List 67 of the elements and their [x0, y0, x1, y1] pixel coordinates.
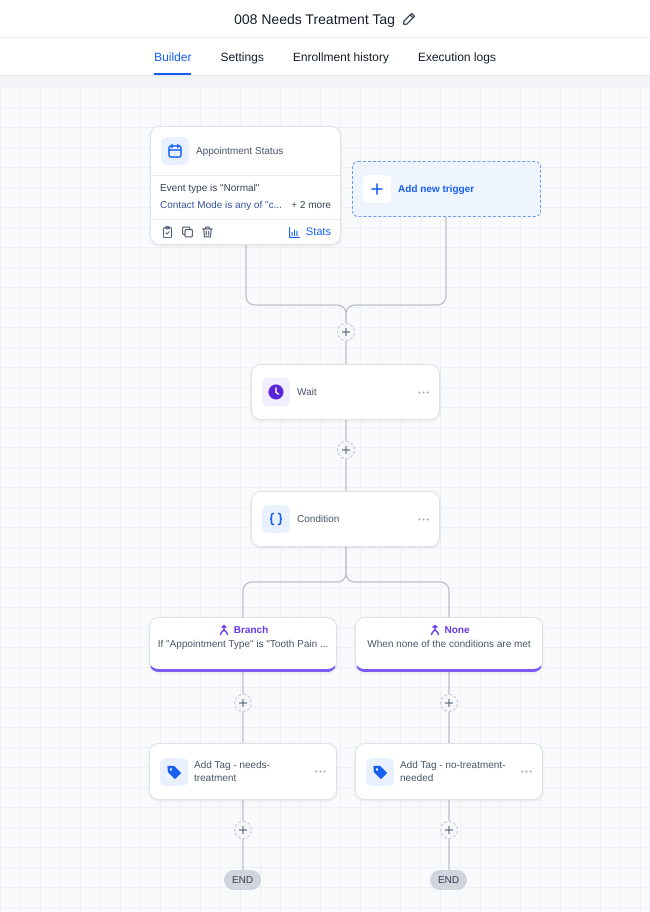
- end-marker: END: [224, 870, 261, 890]
- connector-line: [345, 459, 347, 491]
- plus-icon: [342, 328, 350, 336]
- plus-icon: [363, 175, 391, 203]
- copy-icon[interactable]: [182, 226, 193, 238]
- more-filters-label[interactable]: + 2 more: [291, 200, 331, 211]
- workflow-title: 008 Needs Treatment Tag: [234, 10, 395, 26]
- branch-title: Branch: [234, 624, 268, 636]
- more-icon[interactable]: [418, 390, 429, 394]
- more-icon[interactable]: [315, 770, 326, 773]
- tab[interactable]: Enrollment history: [292, 38, 389, 75]
- calendar-icon: [161, 137, 189, 165]
- tab[interactable]: Settings: [220, 38, 264, 75]
- connector-line: [242, 839, 244, 870]
- branch-condition: When none of the conditions are met: [367, 639, 531, 650]
- trigger-title: Appointment Status: [196, 146, 284, 156]
- connector-line: [448, 839, 450, 870]
- branch-condition: If "Appointment Type" is "Tooth Pain ...: [158, 639, 328, 650]
- filter-text: Contact Mode is any of "c...: [160, 200, 282, 211]
- connector-line: [448, 800, 450, 821]
- more-icon[interactable]: [418, 518, 429, 520]
- connector-line: [242, 800, 244, 821]
- braces-icon: [262, 505, 290, 533]
- clock-icon: [262, 378, 290, 406]
- step-card[interactable]: Wait: [251, 364, 440, 420]
- branch-icon: [218, 624, 230, 636]
- action-card[interactable]: Add Tag - needs-treatment: [149, 743, 337, 800]
- action-title: Add Tag - no-treatment-needed: [400, 758, 506, 784]
- branch-icon: [428, 624, 440, 636]
- trigger-card[interactable]: Appointment Status Event type is "Normal" Contact Mode is any of "c... + 2 more Stats: [150, 126, 341, 245]
- end-marker: END: [430, 870, 467, 890]
- step-card[interactable]: Condition: [251, 491, 440, 547]
- plus-icon: [239, 826, 247, 834]
- step-title: Wait: [297, 386, 318, 398]
- connector-line: [345, 420, 347, 441]
- plus-icon: [239, 699, 247, 707]
- pencil-icon[interactable]: [402, 12, 416, 25]
- connector-line: [345, 341, 347, 364]
- branch-card[interactable]: Branch If "Appointment Type" is "Tooth Pain ...: [149, 617, 337, 672]
- bar-chart-icon: [288, 226, 300, 238]
- branch-card[interactable]: None When none of the conditions are met: [355, 617, 543, 672]
- plus-icon: [445, 826, 453, 834]
- action-title: Add Tag - needs-treatment: [194, 758, 271, 784]
- add-step-button[interactable]: [440, 694, 458, 712]
- stats-button[interactable]: Stats: [288, 226, 331, 238]
- tab[interactable]: Execution logs: [418, 38, 496, 75]
- add-step-button[interactable]: [440, 821, 458, 839]
- tag-icon: [366, 758, 394, 786]
- filter-text: Event type is "Normal": [160, 183, 260, 194]
- tag-icon: [160, 758, 188, 786]
- connector-line: [448, 672, 450, 694]
- add-step-button[interactable]: [234, 821, 252, 839]
- step-title: Condition: [297, 514, 340, 524]
- connector-line: [242, 712, 244, 743]
- trash-icon[interactable]: [202, 226, 213, 238]
- action-card[interactable]: Add Tag - no-treatment-needed: [355, 743, 543, 800]
- more-icon[interactable]: [521, 770, 532, 773]
- clipboard-check-icon[interactable]: [162, 226, 173, 238]
- add-step-button[interactable]: [234, 694, 252, 712]
- branch-title: None: [444, 624, 470, 636]
- plus-icon: [342, 446, 350, 454]
- plus-icon: [445, 699, 453, 707]
- add-trigger-button[interactable]: Add new trigger: [352, 161, 541, 217]
- add-step-button[interactable]: [337, 323, 355, 341]
- connector-line: [242, 672, 244, 694]
- connector-line: [448, 712, 450, 743]
- add-step-button[interactable]: [337, 441, 355, 459]
